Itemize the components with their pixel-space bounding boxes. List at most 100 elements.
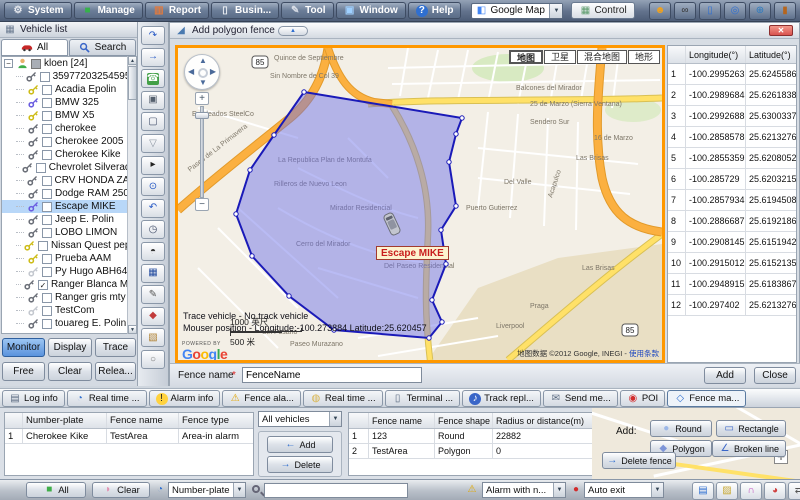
vehicle-checkbox[interactable]	[37, 240, 48, 251]
fence-vertex-handle[interactable]	[247, 167, 253, 173]
exit-button[interactable]: ▮	[774, 1, 796, 20]
vehicle-filter-select[interactable]: All vehicles ▼	[258, 411, 342, 427]
fence-vertex-handle[interactable]	[429, 297, 435, 303]
alarm-mode-select[interactable]: Alarm with n... ▼	[482, 482, 566, 498]
coordinate-row[interactable]: 2 -100.2989684 25.6261838	[668, 85, 796, 106]
vehicle-checkbox[interactable]	[42, 149, 52, 160]
vehicle-checkbox[interactable]	[42, 227, 52, 238]
vehicle-row[interactable]: ✓ Ranger Blanca Mty	[2, 278, 136, 291]
delete-fence-button[interactable]: → Delete fence	[602, 452, 676, 469]
vehicle-checkbox[interactable]	[42, 110, 52, 121]
scroll-down-icon[interactable]: ▼	[128, 325, 137, 334]
terms-link[interactable]: 使用条款	[629, 349, 659, 358]
tab-poi[interactable]: ◉ POI	[619, 390, 666, 407]
scrollbar-thumb[interactable]	[128, 66, 137, 100]
bind-delete-button[interactable]: → Delete	[267, 456, 333, 473]
globe-button[interactable]: ⊕	[749, 1, 771, 20]
coordinate-row[interactable]: 11 -100.2948915 25.6183867	[668, 274, 796, 295]
menu-report[interactable]: ▥ Report	[144, 2, 210, 19]
relea-button[interactable]: Relea...	[95, 362, 136, 381]
mileage-button[interactable]: ▦	[141, 263, 165, 283]
all-button[interactable]: ■ All	[26, 482, 86, 498]
edit-report-button[interactable]: ✎	[141, 285, 165, 305]
exit-mode-select[interactable]: Auto exit ▼	[584, 482, 664, 498]
vehicle-row[interactable]: Cherokee Kike	[2, 148, 136, 161]
fence-vertex-handle[interactable]	[301, 89, 307, 95]
zoom-in-button[interactable]: +	[195, 92, 209, 105]
menu-window[interactable]: ▣ Window	[335, 2, 406, 19]
send-route-button[interactable]: ↷	[141, 26, 165, 45]
vehicle-label[interactable]: Escape MIKE	[376, 246, 449, 260]
binoculars-button[interactable]: ∞	[674, 1, 696, 20]
vehicle-row[interactable]: BMW X5	[2, 109, 136, 122]
vehicle-row[interactable]: touareg E. Polin	[2, 317, 136, 330]
vehicle-checkbox[interactable]	[42, 305, 52, 316]
zoom-track[interactable]	[200, 106, 204, 198]
fence-row[interactable]: 2 TestArea Polygon 0	[349, 444, 593, 459]
map-canvas[interactable]: 85 85 Quince de Septiembre Sin Nombre de …	[175, 45, 665, 363]
vehicle-checkbox[interactable]	[42, 97, 52, 108]
undo-button[interactable]: ↶	[141, 198, 165, 218]
photo-button[interactable]: ▣	[141, 90, 165, 110]
fence-vertex-handle[interactable]	[439, 319, 445, 325]
chevron-down-icon[interactable]: ▼	[553, 483, 565, 497]
menu-manage[interactable]: ■ Manage	[73, 2, 143, 19]
close-button[interactable]: Close	[754, 367, 796, 384]
vehicle-checkbox[interactable]	[42, 292, 52, 303]
map-type-item[interactable]: 混合地图	[576, 50, 627, 64]
vehicle-checkbox[interactable]: ✓	[37, 279, 48, 290]
fence-row[interactable]: 1 123 Round 22882	[349, 429, 593, 444]
gauge-button[interactable]: ◓	[141, 242, 165, 261]
tab-real-time[interactable]: ◍ Real time ...	[302, 390, 383, 407]
tab-terminal[interactable]: ▯ Terminal ...	[384, 390, 461, 407]
vehicle-tree-scrollbar[interactable]: ▲ ▼	[127, 56, 137, 334]
vehicle-checkbox[interactable]	[41, 175, 52, 186]
fence-vertex-handle[interactable]	[249, 253, 255, 259]
vehicle-checkbox[interactable]	[42, 84, 52, 95]
vehicle-checkbox[interactable]	[39, 71, 50, 82]
filter-field-select[interactable]: Number-plate ▼	[168, 482, 246, 498]
vehicle-checkbox[interactable]	[42, 201, 52, 212]
clear-button[interactable]: ◗ Clear	[92, 482, 150, 498]
collapse-panel-button[interactable]: ▲	[278, 26, 308, 36]
user-button[interactable]: ☻	[649, 1, 671, 20]
vehicle-row[interactable]: Escape MIKE	[2, 200, 136, 213]
plate-search-input[interactable]	[264, 483, 408, 498]
notebook-button[interactable]: ▤	[692, 482, 714, 500]
more-button[interactable]: ○	[141, 350, 165, 369]
scroll-up-icon[interactable]: ▲	[128, 56, 137, 65]
vehicle-row[interactable]: Py Hugo ABH647	[2, 265, 136, 278]
zoom-handle[interactable]	[195, 112, 209, 119]
fence-vertex-handle[interactable]	[271, 132, 277, 138]
tab-real-time[interactable]: ◔ Real time ...	[66, 390, 147, 407]
binding-row[interactable]: 1 Cherokee Kike TestArea Area-in alarm	[5, 429, 253, 444]
coordinate-row[interactable]: 4 -100.2858578 25.6213276	[668, 127, 796, 148]
clock-button[interactable]: ◷	[141, 220, 165, 240]
folder-photo-button[interactable]: ▧	[141, 328, 165, 348]
transfer-button[interactable]: ⇄	[788, 482, 800, 500]
monitor-button[interactable]: Monitor	[2, 338, 45, 357]
vehicle-row[interactable]: Jeep E. Polin	[2, 213, 136, 226]
plug-button[interactable]: ▸	[141, 155, 165, 175]
coordinate-row[interactable]: 3 -100.2992688 25.6300337	[668, 106, 796, 127]
window-titlebar[interactable]: ◢ Add polygon fence	[170, 23, 799, 39]
vehicle-checkbox[interactable]	[42, 214, 52, 225]
vehicle-checkbox[interactable]	[42, 188, 52, 199]
fence-vertex-handle[interactable]	[438, 227, 444, 233]
chevron-down-icon[interactable]: ▼	[549, 3, 563, 18]
pan-center-icon[interactable]	[198, 68, 208, 78]
call-button[interactable]: ☎	[141, 69, 165, 89]
coordinate-row[interactable]: 1 -100.2995263 25.6245586	[668, 64, 796, 85]
map-provider-select[interactable]: ◧ Google Map ▼	[471, 2, 564, 19]
menu-busin[interactable]: ▯ Busin...	[211, 2, 280, 19]
tab-track-repl[interactable]: ♪ Track repl...	[462, 390, 541, 407]
pan-right-icon[interactable]: ▶	[210, 68, 216, 76]
vehicle-row[interactable]: Chevrolet Silverado	[2, 161, 136, 174]
coordinate-row[interactable]: 8 -100.2886687 25.6192186	[668, 211, 796, 232]
target-button[interactable]: ◎	[724, 1, 746, 20]
stats-button[interactable]: ◕	[764, 482, 786, 500]
menu-system[interactable]: ⚙ System	[4, 2, 72, 19]
bind-add-button[interactable]: ← Add	[267, 436, 333, 453]
vehicle-row[interactable]: Prueba AAM	[2, 252, 136, 265]
map-type-item[interactable]: 地图	[508, 50, 543, 64]
